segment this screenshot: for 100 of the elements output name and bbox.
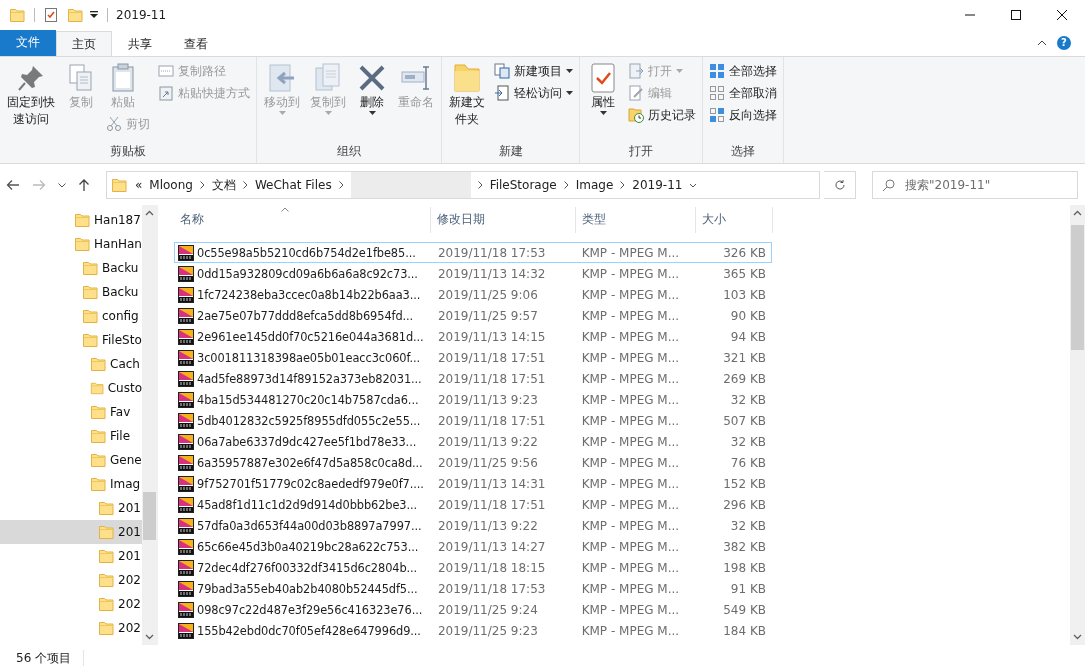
file-name: 2ae75e07b77ddd8efca5dd8b6954fd...: [196, 308, 415, 323]
ribbon-button[interactable]: 固定到快速访问: [4, 60, 58, 130]
breadcrumb-item[interactable]: Mloong: [149, 178, 193, 193]
ribbon-tab[interactable]: 主页: [56, 31, 112, 56]
tree-item[interactable]: Gene: [0, 448, 142, 473]
column-header[interactable]: 名称: [174, 207, 431, 234]
tree-item[interactable]: Fav: [0, 400, 142, 425]
dropdown-icon[interactable]: [90, 11, 99, 19]
scrollbar[interactable]: [1070, 205, 1085, 646]
tree-item[interactable]: Backu: [0, 256, 142, 281]
tree-item[interactable]: config: [0, 304, 142, 329]
file-row[interactable]: 06a7abe6337d9dc427ee5f1bd78e33... 2019/11/13 9:22 KMP - MPEG M... 32 KB: [174, 431, 772, 453]
file-menu-tab[interactable]: 文件: [0, 30, 56, 56]
file-row[interactable]: 3c001811318398ae05b01eacc3c060f... 2019/11/18 17:51 KMP - MPEG M... 321 KB: [174, 347, 772, 369]
breadcrumb-item[interactable]: FileStorage: [489, 178, 557, 193]
breadcrumb-item[interactable]: 2019-11: [632, 178, 683, 193]
file-size: 321 KB: [722, 350, 767, 365]
file-row[interactable]: 0dd15a932809cd09a6b6a6a8c92c73... 2019/11/13 14:32 KMP - MPEG M... 365 KB: [174, 263, 772, 285]
file-icon: [178, 559, 194, 576]
folder-icon: [98, 523, 115, 541]
file-row[interactable]: 0c55e98a5b5210cd6b754d2e1fbe85... 2019/11/18 17:53 KMP - MPEG M... 326 KB: [174, 242, 772, 264]
tree-item[interactable]: 202: [0, 592, 142, 617]
file-size: 296 KB: [722, 497, 767, 512]
paste-shortcut-icon: [158, 85, 174, 101]
tree-item[interactable]: Custo: [0, 376, 142, 401]
modified-date: 2019/11/25 9:24: [436, 602, 539, 617]
file-size: 152 KB: [722, 476, 767, 491]
collapse-ribbon-icon[interactable]: [1037, 40, 1047, 46]
file-row[interactable]: 45ad8f1d11c1d2d9d914d0bbb62be3... 2019/11/18 17:51 KMP - MPEG M... 296 KB: [174, 494, 772, 516]
modified-date: 2019/11/25 9:56: [436, 455, 539, 470]
back-arrow-icon[interactable]: [6, 179, 20, 192]
file-row[interactable]: 2e961ee145dd0f70c5216e044a3681d... 2019/11/13 14:15 KMP - MPEG M... 94 KB: [174, 326, 772, 348]
file-icon: [178, 286, 194, 303]
file-name: 3c001811318398ae05b01eacc3c060f...: [196, 350, 422, 365]
search-field[interactable]: 搜索"2019-11": [872, 171, 1078, 200]
file-row[interactable]: 9f752701f51779c02c8aededf979e0f7.... 2019/11/13 14:31 KMP - MPEG M... 152 KB: [174, 473, 772, 495]
help-button[interactable]: ?: [1057, 36, 1071, 50]
tree-item[interactable]: Backu: [0, 280, 142, 305]
folder-icon: [90, 403, 107, 421]
ribbon-tab[interactable]: 共享: [112, 31, 168, 56]
ribbon-button[interactable]: 全部选择: [707, 60, 779, 82]
breadcrumb-item[interactable]: WeChat Files: [254, 178, 332, 193]
file-row[interactable]: 4ad5fe88973d14f89152a373eb82031... 2019/11/18 17:51 KMP - MPEG M... 269 KB: [174, 368, 772, 390]
ribbon-button[interactable]: 反向选择: [707, 104, 779, 126]
file-row[interactable]: 65c66e45d3b0a40219bc28a622c753... 2019/11/13 14:27 KMP - MPEG M... 382 KB: [174, 536, 772, 558]
tree-item[interactable]: 201: [0, 520, 142, 545]
file-icon: [178, 601, 194, 618]
tree-item[interactable]: 201: [0, 544, 142, 569]
file-row[interactable]: 72dec4df276f00332df3415d6c2804b... 2019/11/18 18:15 KMP - MPEG M... 198 KB: [174, 557, 772, 579]
file-row[interactable]: 6a35957887e302e6f47d5a858c0ca8d... 2019/11/25 9:56 KMP - MPEG M... 76 KB: [174, 452, 772, 474]
file-row[interactable]: 2ae75e07b77ddd8efca5dd8b6954fd... 2019/11/25 9:57 KMP - MPEG M... 90 KB: [174, 305, 772, 327]
chevron-icon: [477, 181, 483, 190]
up-arrow-icon[interactable]: [78, 178, 90, 193]
file-row[interactable]: 4ba15d534481270c20c14b7587cda6... 2019/11/13 9:23 KMP - MPEG M... 32 KB: [174, 389, 772, 411]
scrollbar[interactable]: [142, 205, 157, 646]
file-type: KMP - MPEG M...: [580, 476, 681, 491]
folder-icon: [98, 619, 115, 637]
chevron-icon[interactable]: [689, 181, 698, 190]
file-size: 198 KB: [722, 560, 767, 575]
ribbon-button[interactable]: 属性: [584, 60, 622, 117]
address-bar[interactable]: « Mloong 文档 WeChat Files FileStorage Image 2019-11: [106, 171, 820, 200]
file-row[interactable]: 5db4012832c5925f8955dfd055c2e55... 2019/11/18 17:51 KMP - MPEG M... 507 KB: [174, 410, 772, 432]
ribbon-button[interactable]: 新建文件夹: [446, 60, 488, 130]
properties-icon[interactable]: [43, 7, 59, 23]
folder-icon: [90, 451, 107, 469]
file-row[interactable]: 57dfa0a3d653f44a00d03b8897a7997... 2019/11/13 9:22 KMP - MPEG M... 32 KB: [174, 515, 772, 537]
item-count: 56 个项目: [16, 649, 72, 667]
tree-item[interactable]: Cach: [0, 352, 142, 377]
ribbon-button[interactable]: 历史记录: [626, 104, 698, 126]
column-header[interactable]: 大小: [696, 207, 773, 234]
tree-item[interactable]: Imag: [0, 472, 142, 497]
select-none-icon: [709, 85, 725, 101]
tree-item[interactable]: 201: [0, 496, 142, 521]
file-row[interactable]: 1fc724238eba3ccec0a8b14b22b6aa3... 2019/11/25 9:06 KMP - MPEG M... 103 KB: [174, 284, 772, 306]
tree-item[interactable]: File: [0, 424, 142, 449]
file-row[interactable]: 098c97c22d487e3f29e56c416323e76... 2019/11/25 9:24 KMP - MPEG M... 549 KB: [174, 599, 772, 621]
column-header[interactable]: 修改日期: [431, 207, 576, 234]
refresh-button[interactable]: [824, 171, 856, 200]
file-name: 0c55e98a5b5210cd6b754d2e1fbe85...: [196, 245, 417, 260]
ribbon-button[interactable]: 删除: [353, 60, 391, 117]
column-header[interactable]: 类型: [576, 207, 696, 234]
ribbon-button[interactable]: 新建项目: [492, 60, 575, 82]
breadcrumb-item[interactable]: Image: [575, 178, 614, 193]
breadcrumb-item[interactable]: 文档: [211, 176, 236, 194]
ribbon-tab[interactable]: 查看: [168, 31, 224, 56]
tree-item[interactable]: 202: [0, 568, 142, 593]
tree-item[interactable]: 202: [0, 616, 142, 641]
file-type: KMP - MPEG M...: [580, 287, 681, 302]
tree-item[interactable]: FileSto: [0, 328, 142, 353]
ribbon-button[interactable]: 轻松访问: [492, 82, 575, 104]
dropdown-icon[interactable]: [58, 182, 66, 188]
tree-item[interactable]: Han187: [0, 208, 142, 233]
ribbon-button[interactable]: 全部取消: [707, 82, 779, 104]
file-size: 76 KB: [729, 455, 767, 470]
file-icon: [178, 244, 194, 261]
path-overflow-button[interactable]: «: [135, 178, 143, 193]
file-row[interactable]: 79bad3a55eb40ab2b4080b52445df5... 2019/11/18 17:53 KMP - MPEG M... 91 KB: [174, 578, 772, 600]
file-row[interactable]: 155b42ebd0dc70f05ef428e647996d9... 2019/11/25 9:23 KMP - MPEG M... 184 KB: [174, 620, 772, 642]
tree-item[interactable]: HanHan: [0, 232, 142, 257]
file-type: KMP - MPEG M...: [580, 602, 681, 617]
